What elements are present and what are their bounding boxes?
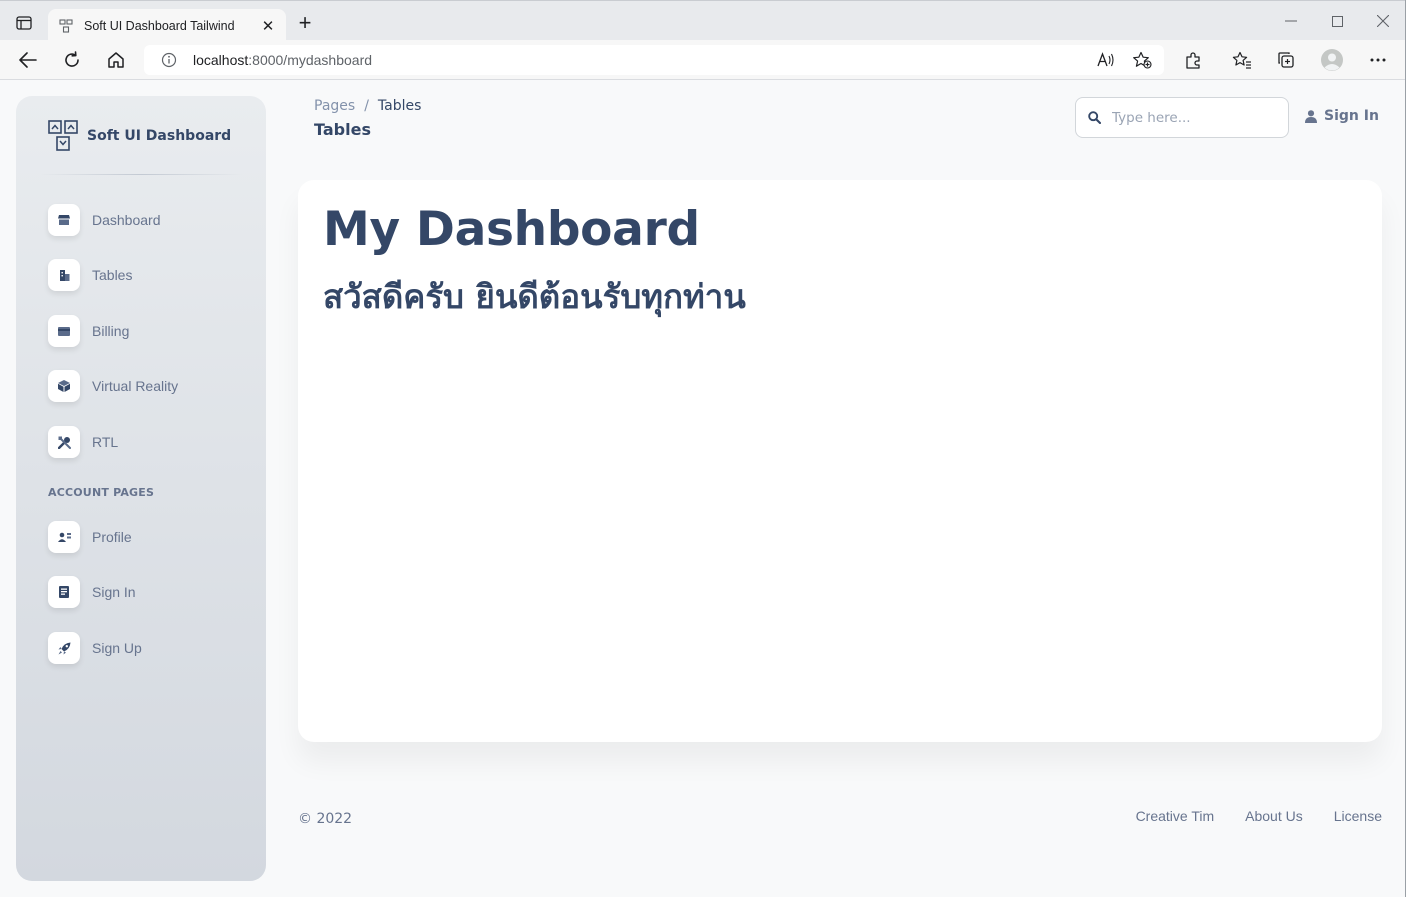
extensions-icon[interactable] bbox=[1183, 50, 1203, 70]
sidebar-item-label: Profile bbox=[92, 529, 132, 545]
sidebar-item-label: Sign Up bbox=[92, 640, 142, 656]
credit-card-icon bbox=[48, 315, 80, 347]
document-icon bbox=[48, 576, 80, 608]
sidebar-item-label: RTL bbox=[92, 434, 119, 450]
sidebar-item-tables[interactable]: Tables bbox=[48, 259, 132, 291]
search-box[interactable] bbox=[1075, 97, 1289, 138]
sidebar-item-profile[interactable]: Profile bbox=[48, 521, 132, 553]
brand-logo-icon bbox=[48, 120, 78, 151]
sidebar-divider bbox=[40, 174, 242, 175]
footer-link-about-us[interactable]: About Us bbox=[1245, 808, 1303, 824]
url-text[interactable]: localhost:8000/mydashboard bbox=[193, 52, 372, 68]
sidebar-item-virtual-reality[interactable]: Virtual Reality bbox=[48, 370, 178, 402]
sidebar-item-label: Tables bbox=[92, 267, 133, 283]
browser-toolbar: localhost:8000/mydashboard bbox=[0, 40, 1406, 80]
box-icon bbox=[48, 370, 80, 402]
sidebar-item-label: Sign In bbox=[92, 584, 136, 600]
new-tab-button[interactable]: + bbox=[294, 12, 316, 35]
browser-tab[interactable]: Soft UI Dashboard Tailwind ✕ bbox=[48, 9, 286, 42]
search-icon bbox=[1087, 111, 1101, 125]
sidebar-item-label: Dashboard bbox=[92, 212, 161, 228]
rocket-icon bbox=[48, 632, 80, 664]
sidebar-item-sign-up[interactable]: Sign Up bbox=[48, 632, 142, 664]
browser-titlebar: Soft UI Dashboard Tailwind ✕ + bbox=[0, 0, 1406, 42]
collections-icon[interactable] bbox=[1276, 50, 1296, 70]
brand-name: Soft UI Dashboard bbox=[87, 128, 232, 144]
close-window-icon[interactable] bbox=[1373, 11, 1393, 31]
profile-avatar-icon[interactable] bbox=[1320, 48, 1344, 72]
sign-in-label: Sign In bbox=[1324, 108, 1379, 124]
footer-link-license[interactable]: License bbox=[1334, 808, 1382, 824]
main-card: My Dashboard สวัสดีครับ ยินดีต้อนรับทุกท… bbox=[298, 180, 1382, 742]
tools-icon bbox=[48, 426, 80, 458]
office-icon bbox=[48, 259, 80, 291]
card-heading: My Dashboard bbox=[323, 202, 700, 257]
sidebar-item-sign-in[interactable]: Sign In bbox=[48, 576, 136, 608]
sidebar-item-dashboard[interactable]: Dashboard bbox=[48, 204, 161, 236]
breadcrumb-pages-link[interactable]: Pages bbox=[314, 98, 355, 114]
footer-copyright: © 2022 bbox=[298, 811, 353, 827]
sidebar: Soft UI Dashboard Dashboard Tables Billi… bbox=[16, 96, 266, 881]
favorites-icon[interactable] bbox=[1232, 50, 1252, 70]
page-title: Tables bbox=[314, 120, 371, 139]
tab-close-icon[interactable]: ✕ bbox=[260, 18, 276, 34]
sidebar-item-rtl[interactable]: RTL bbox=[48, 426, 118, 458]
back-icon[interactable] bbox=[18, 50, 38, 70]
footer-link-creative-tim[interactable]: Creative Tim bbox=[1136, 808, 1215, 824]
search-input[interactable] bbox=[1112, 109, 1282, 126]
reload-icon[interactable] bbox=[62, 50, 82, 70]
address-bar[interactable]: localhost:8000/mydashboard bbox=[144, 45, 1164, 75]
brand[interactable]: Soft UI Dashboard bbox=[48, 120, 231, 152]
shop-icon bbox=[48, 204, 80, 236]
maximize-icon[interactable] bbox=[1327, 11, 1347, 31]
breadcrumb: Pages / Tables bbox=[314, 98, 421, 114]
read-aloud-icon[interactable] bbox=[1096, 50, 1116, 70]
user-icon bbox=[48, 521, 80, 553]
favicon-icon bbox=[58, 18, 74, 34]
more-menu-icon[interactable] bbox=[1368, 50, 1388, 70]
sign-in-link[interactable]: Sign In bbox=[1304, 108, 1379, 124]
footer-links: Creative Tim About Us License bbox=[1105, 808, 1382, 824]
sidebar-item-label: Billing bbox=[92, 323, 130, 339]
breadcrumb-separator: / bbox=[364, 98, 369, 114]
minimize-icon[interactable] bbox=[1281, 11, 1301, 31]
tab-title: Soft UI Dashboard Tailwind bbox=[84, 18, 235, 33]
breadcrumb-current: Tables bbox=[377, 98, 422, 114]
home-icon[interactable] bbox=[106, 50, 126, 70]
add-favorite-icon[interactable] bbox=[1132, 50, 1152, 70]
sidebar-item-billing[interactable]: Billing bbox=[48, 315, 129, 347]
card-subheading: สวัสดีครับ ยินดีต้อนรับทุกท่าน bbox=[323, 277, 746, 316]
user-icon bbox=[1304, 108, 1318, 124]
sidebar-item-label: Virtual Reality bbox=[92, 378, 179, 394]
site-info-icon[interactable] bbox=[160, 51, 178, 69]
section-title-account-pages: ACCOUNT PAGES bbox=[48, 486, 155, 499]
tab-actions-icon[interactable] bbox=[12, 13, 36, 33]
